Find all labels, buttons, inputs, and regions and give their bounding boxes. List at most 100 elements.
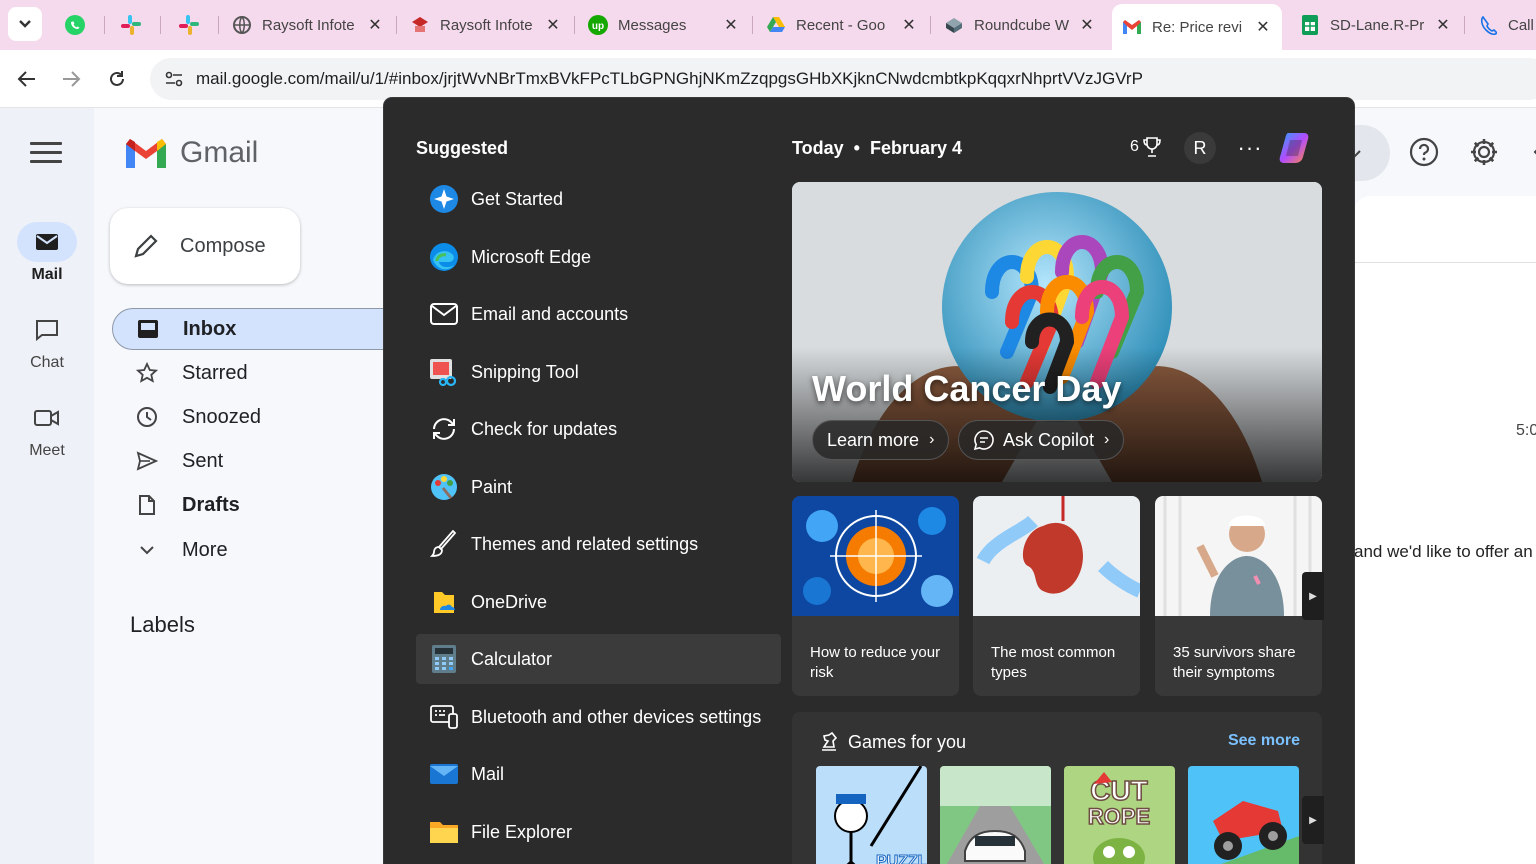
learn-more-button[interactable]: Learn more › bbox=[812, 420, 950, 460]
tab-sheets[interactable]: SD-Lane.R-Pr ✕ bbox=[1290, 6, 1462, 44]
support-button[interactable] bbox=[1402, 130, 1446, 174]
news-card-2[interactable]: The most common types bbox=[973, 496, 1140, 696]
rewards-count: 6 bbox=[1130, 138, 1139, 155]
site-settings-icon[interactable] bbox=[162, 67, 186, 91]
date-label: February 4 bbox=[869, 138, 963, 158]
nav-snoozed[interactable]: Snoozed bbox=[112, 396, 412, 438]
chat-bubble-icon bbox=[973, 430, 994, 451]
forward-button[interactable] bbox=[56, 64, 86, 94]
tab-gmail-active[interactable]: Re: Price revi ✕ bbox=[1112, 4, 1282, 50]
tab-close-icon[interactable]: ✕ bbox=[1434, 15, 1452, 35]
ask-copilot-button[interactable]: Ask Copilot › bbox=[958, 420, 1125, 460]
reload-button[interactable] bbox=[102, 64, 132, 94]
app-themes-settings[interactable]: Themes and related settings bbox=[416, 519, 781, 569]
app-snipping-tool[interactable]: Snipping Tool bbox=[416, 347, 781, 397]
divider bbox=[1354, 262, 1536, 263]
labels-heading: Labels bbox=[130, 612, 195, 637]
app-get-started[interactable]: Get Started bbox=[416, 174, 781, 224]
game-tile-hill-climb[interactable] bbox=[1188, 766, 1299, 864]
main-menu-icon[interactable] bbox=[30, 142, 62, 166]
game-tile-cut-the-rope[interactable]: CUT ROPE bbox=[1064, 766, 1175, 864]
game-tile-thief-puzzle[interactable]: PUZZLE bbox=[816, 766, 927, 864]
phone-icon bbox=[1478, 15, 1498, 35]
more-options-button[interactable]: ··· bbox=[1234, 132, 1266, 164]
back-button[interactable] bbox=[12, 64, 42, 94]
cards-next-button[interactable]: ▶ bbox=[1302, 572, 1324, 620]
settings-button[interactable] bbox=[1462, 130, 1506, 174]
email-timestamp: 5:0 bbox=[1516, 422, 1536, 439]
app-file-explorer[interactable]: File Explorer bbox=[416, 807, 781, 857]
nav-drafts[interactable]: Drafts bbox=[112, 484, 412, 526]
tab-close-icon[interactable]: ✕ bbox=[366, 15, 384, 35]
nav-more[interactable]: More bbox=[112, 529, 412, 571]
tab-close-icon[interactable]: ✕ bbox=[900, 15, 918, 35]
news-card-1[interactable]: How to reduce your risk bbox=[792, 496, 959, 696]
slack-pinned-tab[interactable] bbox=[106, 9, 156, 41]
nav-label: Inbox bbox=[183, 317, 237, 340]
app-bluetooth-settings[interactable]: Bluetooth and other devices settings bbox=[416, 692, 781, 742]
compose-button[interactable]: Compose bbox=[110, 208, 300, 284]
app-onedrive[interactable]: OneDrive bbox=[416, 577, 781, 627]
app-rail: Mail Chat Meet bbox=[0, 108, 94, 864]
rail-item-chat[interactable]: Chat bbox=[0, 310, 94, 372]
tab-raysoft-2[interactable]: Raysoft Infote ✕ bbox=[400, 6, 572, 44]
email-view-panel: 5:0 and we'd like to offer an bbox=[1354, 196, 1536, 864]
chevron-right-icon: › bbox=[1104, 431, 1110, 448]
profile-avatar[interactable]: R bbox=[1184, 132, 1216, 164]
tab-google-drive[interactable]: Recent - Goo ✕ bbox=[756, 6, 928, 44]
gmail-icon bbox=[1122, 17, 1142, 37]
tab-title: Messages bbox=[618, 16, 687, 34]
tab-search-chevron-icon[interactable] bbox=[8, 7, 42, 41]
rail-item-mail[interactable]: Mail bbox=[0, 222, 94, 284]
slack-pinned-tab-2[interactable] bbox=[164, 9, 214, 41]
tab-close-icon[interactable]: ✕ bbox=[544, 15, 562, 35]
google-sheets-icon bbox=[1300, 15, 1320, 35]
tab-close-icon[interactable]: ✕ bbox=[722, 15, 740, 35]
app-email-accounts[interactable]: Email and accounts bbox=[416, 289, 781, 339]
app-paint[interactable]: Paint bbox=[416, 462, 781, 512]
tab-close-icon[interactable]: ✕ bbox=[1078, 15, 1096, 35]
nav-inbox[interactable]: Inbox bbox=[112, 308, 412, 350]
gear-icon bbox=[1471, 139, 1497, 165]
see-more-link[interactable]: See more bbox=[1228, 732, 1300, 750]
svg-text:PUZZLE: PUZZLE bbox=[876, 853, 927, 864]
game-tile-racing[interactable] bbox=[940, 766, 1051, 864]
app-check-updates[interactable]: Check for updates bbox=[416, 404, 781, 454]
tab-call[interactable]: Call bbox=[1468, 6, 1536, 44]
app-mail[interactable]: Mail bbox=[416, 749, 781, 799]
gmail-logo[interactable]: Gmail bbox=[124, 136, 258, 170]
nav-starred[interactable]: Starred bbox=[112, 352, 412, 394]
app-label: Email and accounts bbox=[471, 303, 629, 324]
arrow-left-icon bbox=[17, 71, 35, 87]
app-label: Mail bbox=[471, 763, 505, 784]
compose-label: Compose bbox=[180, 234, 266, 257]
copilot-icon[interactable] bbox=[1276, 128, 1316, 168]
cells-image bbox=[792, 496, 959, 616]
whatsapp-pinned-tab[interactable] bbox=[50, 9, 100, 41]
app-label: Check for updates bbox=[471, 418, 618, 439]
tab-roundcube[interactable]: Roundcube W ✕ bbox=[934, 6, 1106, 44]
tab-title: Raysoft Infote bbox=[440, 16, 533, 34]
nav-sent[interactable]: Sent bbox=[112, 440, 412, 482]
nav-label: Sent bbox=[182, 449, 224, 472]
games-title: Games for you bbox=[848, 732, 967, 752]
news-card-3[interactable]: 35 survivors share their symptoms bbox=[1155, 496, 1322, 696]
rewards-badge[interactable]: 6 bbox=[1130, 136, 1162, 158]
snipping-tool-icon bbox=[428, 356, 460, 388]
games-next-button[interactable]: ▶ bbox=[1302, 796, 1324, 844]
tab-close-icon[interactable]: ✕ bbox=[1254, 17, 1272, 37]
app-microsoft-edge[interactable]: Microsoft Edge bbox=[416, 232, 781, 282]
address-bar[interactable]: mail.google.com/mail/u/1/#inbox/jrjtWvNB… bbox=[150, 58, 1536, 100]
start-menu: Suggested Get Started Microsoft Edge Ema… bbox=[384, 98, 1354, 864]
rail-label: Chat bbox=[30, 354, 64, 371]
globe-icon bbox=[232, 15, 252, 35]
rail-item-meet[interactable]: Meet bbox=[0, 398, 94, 460]
tab-title: Roundcube W bbox=[974, 16, 1070, 34]
triangle-right-icon: ▶ bbox=[1309, 590, 1317, 602]
hero-card[interactable]: World Cancer Day Learn more › Ask Copilo… bbox=[792, 182, 1322, 482]
side-panel-toggle[interactable] bbox=[1518, 130, 1536, 174]
survivor-image bbox=[1155, 496, 1322, 616]
app-calculator[interactable]: Calculator bbox=[416, 634, 781, 684]
tab-raysoft-1[interactable]: Raysoft Infote ✕ bbox=[222, 6, 394, 44]
tab-messages[interactable]: up Messages ✕ bbox=[578, 6, 750, 44]
